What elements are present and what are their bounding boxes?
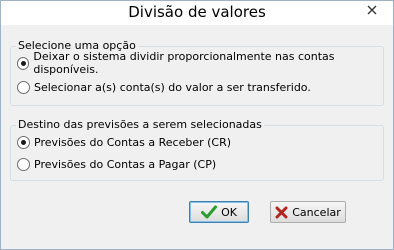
destination-group: Destino das previsões a serem selecionad… <box>10 118 384 181</box>
x-icon <box>275 206 288 219</box>
radio-select-accounts[interactable]: Selecionar a(s) conta(s) do valor a ser … <box>17 79 311 95</box>
dialog-window: Divisão de valores Selecione uma opção D… <box>0 0 394 250</box>
ok-label: OK <box>221 205 237 219</box>
radio-label: Previsões do Contas a Receber (CR) <box>34 135 232 149</box>
radio-label: Selecionar a(s) conta(s) do valor a ser … <box>34 80 311 94</box>
radio-contas-receber[interactable]: Previsões do Contas a Receber (CR) <box>17 134 231 150</box>
dialog-content: Selecione uma opção Deixar o sistema div… <box>2 25 392 249</box>
destination-group-label: Destino das previsões a serem selecionad… <box>16 118 264 131</box>
close-icon <box>367 5 377 15</box>
option-group: Selecione uma opção Deixar o sistema div… <box>10 39 384 106</box>
radio-button[interactable] <box>17 135 30 149</box>
radio-divide-proportionally[interactable]: Deixar o sistema dividir proporcionalmen… <box>17 50 383 76</box>
radio-label: Previsões do Contas a Pagar (CP) <box>34 157 217 171</box>
radio-button[interactable] <box>17 80 30 94</box>
title-bar[interactable]: Divisão de valores <box>1 1 393 25</box>
ok-button[interactable]: OK <box>189 201 249 223</box>
cancel-label: Cancelar <box>292 205 341 219</box>
radio-label: Deixar o sistema dividir proporcionalmen… <box>33 50 335 76</box>
radio-button[interactable] <box>17 157 30 171</box>
window-title: Divisão de valores <box>128 3 266 21</box>
radio-button[interactable] <box>17 56 30 70</box>
close-button[interactable] <box>356 1 387 19</box>
radio-contas-pagar[interactable]: Previsões do Contas a Pagar (CP) <box>17 156 216 172</box>
cancel-button[interactable]: Cancelar <box>270 201 346 223</box>
check-icon <box>201 205 218 219</box>
